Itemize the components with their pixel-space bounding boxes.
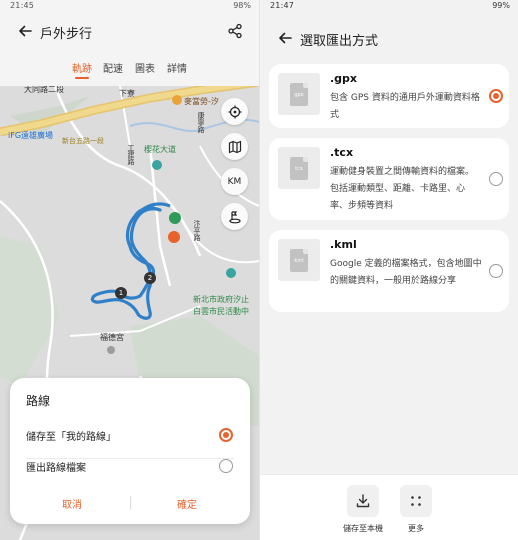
map-label-poi: 新北市政府汐止 [193,295,249,304]
option-label: 儲存至「我的路線」 [26,432,116,443]
button-divider [130,496,131,510]
radio-unselected[interactable] [489,264,503,278]
start-marker-icon [169,212,181,224]
file-kml-icon: kml [290,248,308,272]
map-layers-icon [228,140,241,153]
arrow-left-icon [19,25,32,37]
map-label: 下寮 [119,89,135,98]
top-app-bar: 戶外步行 [0,16,259,46]
map-label-poi: 白雲市民活動中 [193,307,249,316]
format-name: .gpx [330,72,358,85]
tab-charts[interactable]: 圖表 [135,60,155,75]
route-bottom-sheet: 路線 儲存至「我的路線」 匯出路線檔案 取消 確定 [10,378,250,524]
format-option-tcx[interactable]: tcx .tcx 運動健身裝置之間傳輸資料的檔案。包括運動類型、距離、卡路里、心… [269,138,509,220]
file-type-text: kml [294,257,304,264]
cancel-button[interactable]: 取消 [62,496,82,511]
map-label-poi: 麥當勞-汐 [184,97,219,106]
icon-box [400,485,432,517]
confirm-button[interactable]: 確定 [177,496,197,511]
temple-pin-icon [107,346,115,354]
map-label: 福德宮 [100,333,124,342]
action-label: 更多 [408,524,424,533]
option-save-my-routes[interactable]: 儲存至「我的路線」 [10,420,250,450]
map-label: 大同路二段 [24,86,64,94]
file-thumbnail: tcx [278,147,320,189]
format-description: Google 定義的檔案格式，包含地圖中的關鍵資料，一般用於路線分享 [330,259,482,286]
share-icon [228,23,242,39]
bottom-action-bar: 儲存至本機 更多 [260,474,518,540]
tab-bar: 軌跡 配速 圖表 詳情 [0,60,259,80]
km-toggle-button[interactable]: KM [221,168,248,195]
road-label: 康寧路 [197,112,205,133]
file-type-text: gpx [294,91,304,98]
tab-track[interactable]: 軌跡 [72,60,92,79]
file-type-text: tcx [295,165,303,172]
mountain-flag-icon [228,210,241,223]
radio-unselected[interactable] [219,459,233,473]
top-app-bar: 選取匯出方式 [260,26,518,52]
left-screen: 21:45 98% 戶外步行 軌跡 配速 圖表 詳情 大同路二段 下寮 麥當勞-… [0,0,259,540]
format-description: 運動健身裝置之間傳輸資料的檔案。包括運動類型、距離、卡路里、心率、步頻等資料 [330,167,475,211]
map-label-poi: 櫻花大道 [144,145,176,154]
format-option-gpx[interactable]: gpx .gpx 包含 GPS 資料的通用戶外運動資料格式 [269,64,509,128]
tab-label: 圖表 [135,64,155,75]
action-label: 儲存至本機 [343,524,383,533]
tab-details[interactable]: 詳情 [167,60,187,75]
back-button[interactable] [14,20,36,42]
status-time: 21:47 [270,1,295,10]
landmark-pin-icon [226,268,236,278]
road-label: 工建路 [127,144,135,165]
more-dots-icon [411,496,421,506]
radio-selected[interactable] [219,428,233,442]
locate-button[interactable] [221,98,248,125]
more-button[interactable]: 更多 [394,485,438,534]
download-icon [356,494,370,508]
file-gpx-icon: gpx [290,82,308,106]
radio-selected[interactable] [489,89,503,103]
format-option-kml[interactable]: kml .kml Google 定義的檔案格式，包含地圖中的關鍵資料，一般用於路… [269,230,509,312]
status-bar: 21:45 98% [0,0,259,14]
status-time: 21:45 [10,1,35,10]
arrow-left-icon [279,32,292,44]
sheet-title: 路線 [26,394,51,408]
flag-marker-icon [168,231,180,243]
road-label: 汴平路 [193,220,201,241]
route-km-marker: 1 [115,287,127,299]
map-label-poi: iFG遠雄廣場 [8,131,54,140]
file-tcx-icon: tcx [290,156,308,180]
page-title: 戶外步行 [40,27,93,42]
save-to-device-button[interactable]: 儲存至本機 [341,485,385,534]
radio-unselected[interactable] [489,172,503,186]
right-screen: 21:47 99% 選取匯出方式 gpx .gpx 包含 GPS 資料的通用戶外… [259,0,518,540]
tab-indicator [75,77,89,79]
landmark-pin-icon [152,160,162,170]
map-layers-button[interactable] [221,133,248,160]
battery-level: 98% [233,1,251,10]
option-export-route-file[interactable]: 匯出路線檔案 [10,451,250,481]
option-label: 匯出路線檔案 [26,463,86,474]
format-name: .tcx [330,146,354,159]
back-button[interactable] [274,27,296,49]
file-thumbnail: kml [278,239,320,281]
page-title: 選取匯出方式 [300,34,379,49]
location-target-icon [228,105,241,118]
format-description: 包含 GPS 資料的通用戶外運動資料格式 [330,93,480,120]
share-button[interactable] [224,20,246,42]
format-name: .kml [330,238,357,251]
terrain-button[interactable] [221,203,248,230]
tab-pace[interactable]: 配速 [103,60,123,75]
route-km-marker: 2 [144,272,156,284]
tab-label: 配速 [103,64,123,75]
status-bar: 21:47 99% [260,0,518,14]
tab-label: 軌跡 [72,64,92,75]
road-label: 新台五路一段 [62,137,104,145]
restaurant-pin-icon [172,95,182,105]
tab-label: 詳情 [167,64,187,75]
icon-box [347,485,379,517]
file-thumbnail: gpx [278,73,320,115]
battery-level: 99% [492,1,510,10]
